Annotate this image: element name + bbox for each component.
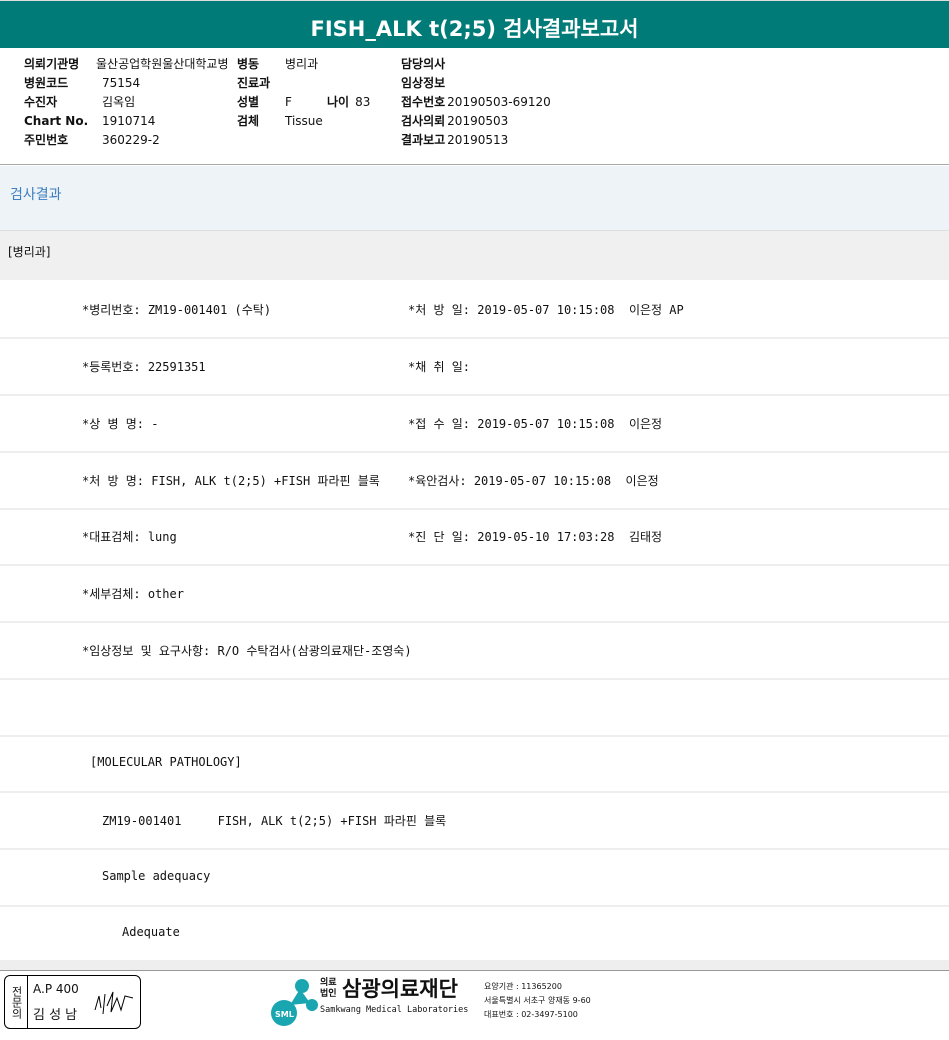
request-label: 검사의뢰 — [401, 114, 446, 128]
sex-label: 성별 — [237, 95, 260, 109]
info-row: *임상정보 및 요구사항: R/O 수탁검사(삼광의료재단-조영숙) — [0, 622, 949, 680]
request-date: 20190503 — [447, 114, 509, 128]
header-col3: 담당의사 임상정보 접수번호 20190503-69120 검사의뢰 2019050… — [401, 55, 551, 150]
row-right: *진 단 일: 2019-05-10 17:03:28 김태정 — [408, 530, 663, 544]
section-title: 검사결과 — [10, 187, 62, 203]
sex: F — [285, 95, 292, 109]
age: 83 — [355, 95, 371, 109]
row-right: *육안검사: 2019-05-07 10:15:08 이은정 — [408, 474, 659, 488]
institution-label: 의뢰기관명 — [24, 57, 80, 71]
dept-label: 진료과 — [237, 76, 271, 90]
dept-band: [병리과] — [0, 231, 949, 280]
footer-divider — [0, 960, 949, 971]
stamp-code: A.P 400 — [33, 982, 79, 996]
doctor-label: 담당의사 — [401, 57, 446, 71]
section-header: 검사결과 — [0, 166, 949, 231]
result-line: Sample adequacy — [102, 869, 211, 883]
age-label: 나이 — [327, 95, 350, 109]
logo-name: 삼광의료재단 — [342, 977, 458, 1001]
specimen: Tissue — [285, 114, 323, 128]
hospital-code-label: 병원코드 — [24, 76, 69, 90]
result-row: ZM19-001401 FISH, ALK t(2;5) +FISH 파라핀 블… — [0, 792, 949, 850]
chart-label: Chart No. — [24, 114, 89, 128]
report-title: FISH_ALK t(2;5) 검사결과보고서 — [0, 0, 949, 48]
specimen-label: 검체 — [237, 114, 260, 128]
patient-label: 수진자 — [24, 95, 58, 109]
info-row: *상 병 명: - *접 수 일: 2019-05-07 10:15:08 이은정 — [0, 395, 949, 453]
info-row: *병리번호: ZM19-001401 (수탁) *처 방 일: 2019-05-0… — [0, 281, 949, 339]
info-row: *처 방 명: FISH, ALK t(2;5) +FISH 파라핀 블록 *육안… — [0, 452, 949, 510]
row-right: *채 취 일: — [408, 360, 471, 374]
logo-english: Samkwang Medical Laboratories — [320, 1005, 469, 1015]
report-label: 결과보고 — [401, 133, 446, 147]
rrn-label: 주민번호 — [24, 133, 69, 147]
chart-no: 1910714 — [102, 114, 156, 128]
ward-label: 병동 — [237, 57, 260, 71]
hospital-code: 75154 — [102, 76, 141, 90]
row-left: *병리번호: ZM19-001401 (수탁) — [82, 303, 272, 317]
header-col1: 의뢰기관명 울산공업학원울산대학교병 병원코드 75154 수진자 김옥임 Chart… — [24, 55, 228, 150]
report-date: 20190513 — [447, 133, 509, 147]
logo-prefix: 의료 법인 — [320, 978, 337, 1000]
header-col2: 병동 병리과 진료과 성별 F 나이 83 검체 Tissue — [237, 55, 370, 131]
pathologist-stamp: 전문의 A.P 400 김 성 남 — [4, 975, 141, 1029]
patient: 김옥임 — [102, 95, 136, 109]
stamp-side: 전문의 — [5, 976, 28, 1028]
result-line: ZM19-001401 FISH, ALK t(2;5) +FISH 파라핀 블… — [102, 814, 447, 828]
row-left: *등록번호: 22591351 — [82, 360, 206, 374]
divider — [0, 164, 949, 165]
row-left: *임상정보 및 요구사항: R/O 수탁검사(삼광의료재단-조영숙) — [82, 644, 412, 658]
info-row: *세부검체: other — [0, 565, 949, 623]
rrn: 360229-2 — [102, 133, 160, 147]
row-left: *세부검체: other — [82, 587, 184, 601]
row-left: *상 병 명: - — [82, 417, 159, 431]
institution-code: 요양기관 : 11365200 — [484, 982, 562, 991]
row-left: *대표검체: lung — [82, 530, 177, 544]
result-row: Sample adequacy — [0, 849, 949, 907]
stamp-name: 김 성 남 — [33, 1008, 78, 1023]
signature-icon — [94, 991, 134, 1015]
lab-address: 서울특별시 서초구 양재동 9-60 — [484, 996, 591, 1005]
lab-contact: 요양기관 : 11365200 서울특별시 서초구 양재동 9-60 대표번호 … — [484, 980, 591, 1022]
clinical-label: 임상정보 — [401, 76, 446, 90]
row-right: *접 수 일: 2019-05-07 10:15:08 이은정 — [408, 417, 663, 431]
row-right: *처 방 일: 2019-05-07 10:15:08 이은정 AP — [408, 303, 684, 317]
ward: 병리과 — [285, 57, 319, 71]
row-left: *처 방 명: FISH, ALK t(2;5) +FISH 파라핀 블록 — [82, 474, 380, 488]
blank-row — [0, 679, 949, 737]
lab-phone: 대표번호 : 02-3497-5100 — [484, 1010, 578, 1019]
result-line: Adequate — [122, 925, 180, 939]
logo-prefix2: 법인 — [320, 989, 337, 999]
dept-tag: [병리과] — [8, 245, 51, 259]
result-row: Adequate — [0, 905, 949, 961]
logo-prefix1: 의료 — [320, 978, 337, 988]
logo-mark: SML — [275, 1010, 294, 1019]
result-line: [MOLECULAR PATHOLOGY] — [90, 755, 242, 769]
info-row: *대표검체: lung *진 단 일: 2019-05-10 17:03:28 김… — [0, 508, 949, 566]
info-row: *등록번호: 22591351 *채 취 일: — [0, 338, 949, 396]
institution: 울산공업학원울산대학교병 — [96, 57, 229, 71]
result-row: [MOLECULAR PATHOLOGY] — [0, 735, 949, 793]
sml-logo-icon: SML — [271, 979, 318, 1026]
receipt-no: 20190503-69120 — [447, 95, 551, 109]
receipt-label: 접수번호 — [401, 95, 446, 109]
